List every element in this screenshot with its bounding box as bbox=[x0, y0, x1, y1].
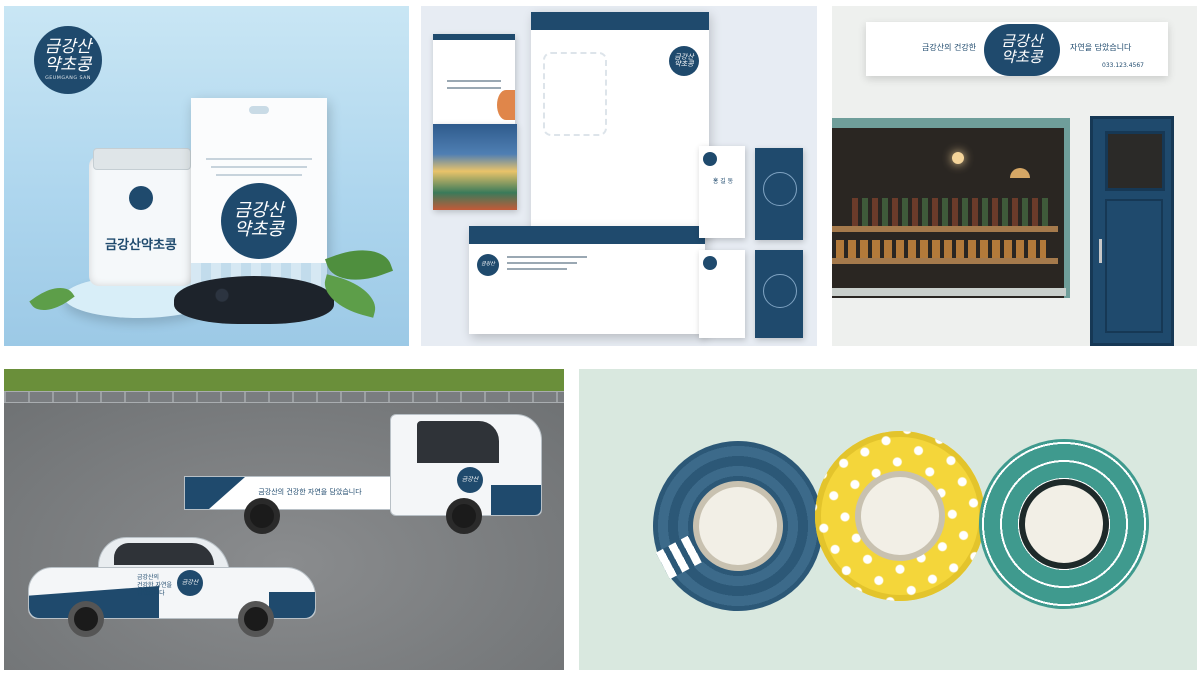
car-logo: 금강산 bbox=[177, 570, 203, 596]
black-beans-pile bbox=[174, 276, 334, 324]
jars-row bbox=[836, 240, 1046, 258]
postcard-illustration bbox=[433, 124, 517, 210]
window-sill bbox=[832, 288, 1066, 296]
sign-logo: 금강산 약초콩 bbox=[984, 24, 1060, 76]
truck-wheel-front bbox=[446, 498, 482, 534]
vehicle-mockup-panel: 금강산의 건강한 자연을 담았습니다 금강산 금강산의 건강한 자연을 담았습니… bbox=[4, 369, 564, 670]
grass-strip bbox=[4, 369, 564, 391]
product-box: 금강산 약초콩 bbox=[191, 98, 327, 293]
truck-window bbox=[417, 421, 499, 463]
storefront-mockup-panel: 금강산의 건강한 금강산 약초콩 자연을 담았습니다 033.123.4567 bbox=[832, 6, 1197, 346]
car-wheel-front bbox=[238, 601, 274, 637]
business-card-back-2 bbox=[755, 250, 803, 338]
brand-logo: 금강산 약초콩 GEUMGANG SAN bbox=[34, 26, 102, 94]
sedan: 금강산의 건강한 자연을 담았습니다 금강산 bbox=[28, 529, 318, 639]
masking-tape-mockup-panel bbox=[579, 369, 1197, 670]
car-wheel-rear bbox=[68, 601, 104, 637]
envelope: 금강산 bbox=[469, 226, 705, 334]
pendant-lamp bbox=[952, 152, 964, 164]
stationery-mockup-panel: 금강산 약초콩 금강산 홍 길 동 bbox=[421, 6, 817, 346]
jar-lid bbox=[93, 148, 191, 170]
pendant-lamp-2 bbox=[1010, 168, 1030, 178]
business-card-front-2 bbox=[699, 250, 745, 338]
bottles-row bbox=[852, 198, 1052, 226]
leaf-left bbox=[29, 278, 75, 320]
business-card-front-1: 홍 길 동 bbox=[699, 146, 745, 238]
shelf-lower bbox=[832, 258, 1058, 264]
envelope-logo: 금강산 bbox=[477, 254, 499, 276]
car-slogan-3: 담았습니다 bbox=[137, 590, 165, 597]
business-card-back-1 bbox=[755, 148, 803, 240]
shop-door bbox=[1090, 116, 1174, 346]
jar-label-text: 금강산약초콩 bbox=[105, 238, 177, 253]
card-name: 홍 길 동 bbox=[712, 178, 734, 185]
shelf-upper bbox=[832, 226, 1058, 232]
jar-label-logo bbox=[129, 186, 153, 210]
letterhead-logo: 금강산 약초콩 bbox=[669, 46, 699, 76]
box-logo: 금강산 약초콩 bbox=[221, 183, 297, 259]
sign-right-text: 자연을 담았습니다 bbox=[1070, 43, 1132, 52]
postcard-front bbox=[433, 34, 515, 124]
sign-left-text: 금강산의 건강한 bbox=[922, 43, 977, 52]
product-jar: 금강산약초콩 bbox=[89, 148, 193, 286]
door-handle bbox=[1099, 239, 1102, 263]
tape-roll-teal bbox=[949, 409, 1179, 639]
letterhead: 금강산 약초콩 bbox=[531, 12, 709, 236]
store-sign: 금강산의 건강한 금강산 약초콩 자연을 담았습니다 033.123.4567 bbox=[866, 22, 1168, 76]
door-panel bbox=[1105, 199, 1163, 333]
letterhead-watermark bbox=[543, 52, 607, 136]
truck-bed: 금강산의 건강한 자연을 담았습니다 bbox=[184, 476, 396, 510]
fence-line bbox=[4, 391, 564, 403]
door-window bbox=[1105, 131, 1165, 191]
box-hang-hole bbox=[249, 106, 269, 114]
truck-logo: 금강산 bbox=[457, 467, 483, 493]
shop-window bbox=[832, 118, 1070, 298]
sign-phone: 033.123.4567 bbox=[1102, 62, 1144, 69]
car-window bbox=[114, 543, 214, 565]
packaging-mockup-panel: 금강산 약초콩 GEUMGANG SAN 금강산약초콩 금강산 약초콩 bbox=[4, 6, 409, 346]
truck-slogan: 금강산의 건강한 자연을 담았습니다 bbox=[258, 488, 362, 496]
